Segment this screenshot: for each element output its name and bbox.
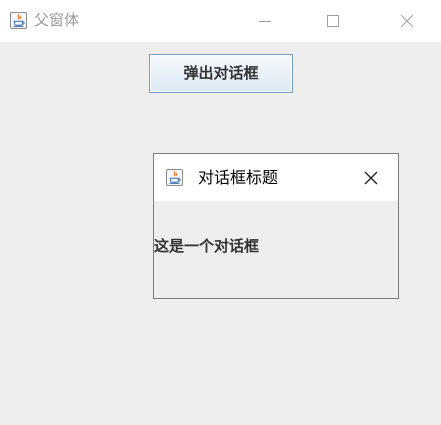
- close-icon: [364, 171, 378, 185]
- close-icon: [400, 14, 414, 28]
- java-icon: [166, 169, 183, 186]
- java-icon: [10, 12, 27, 29]
- dialog-close-button[interactable]: [354, 163, 388, 193]
- dialog-titlebar[interactable]: 对话框标题: [154, 154, 398, 201]
- minimize-icon: [259, 21, 271, 22]
- dialog-window: 对话框标题 这是一个对话框: [153, 153, 399, 299]
- minimize-button[interactable]: [242, 0, 288, 42]
- dialog-title: 对话框标题: [198, 168, 279, 187]
- open-dialog-button[interactable]: 弹出对话框: [149, 54, 293, 93]
- dialog-message: 这是一个对话框: [154, 237, 260, 255]
- window-title: 父窗体: [34, 11, 80, 29]
- parent-window: 父窗体 弹出对话框 对话框标题 这是一个对话框: [0, 0, 441, 425]
- close-button[interactable]: [384, 0, 430, 42]
- maximize-button[interactable]: [310, 0, 356, 42]
- maximize-icon: [327, 15, 339, 27]
- window-titlebar[interactable]: 父窗体: [0, 0, 441, 42]
